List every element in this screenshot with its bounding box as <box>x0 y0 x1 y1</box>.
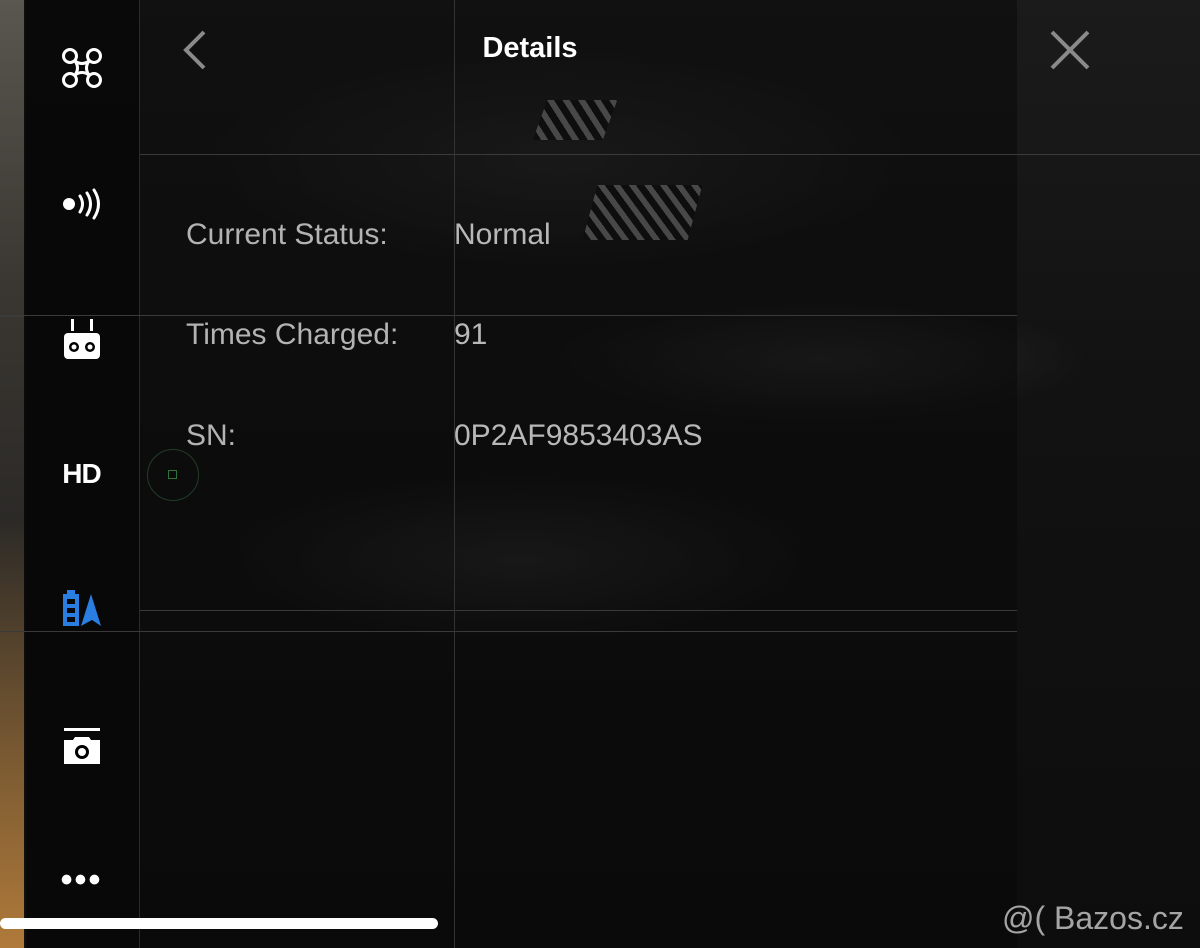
home-indicator[interactable] <box>0 918 438 929</box>
signal-broadcast-icon <box>62 188 100 220</box>
remote-controller-icon <box>63 319 100 359</box>
grid-line <box>0 631 1017 632</box>
detail-value: Normal <box>454 218 551 251</box>
grid-line <box>0 315 1017 316</box>
header-divider <box>140 154 1200 155</box>
sidebar-item-remote[interactable] <box>24 310 139 370</box>
page-title: Details <box>482 32 578 64</box>
details-panel <box>140 0 1090 948</box>
sidebar-item-camera[interactable] <box>24 716 139 776</box>
detail-label: Times Charged: <box>186 318 399 351</box>
sidebar-divider <box>0 316 24 317</box>
detail-value: 91 <box>454 318 488 351</box>
sidebar-item-signal[interactable] <box>24 174 139 234</box>
camera-icon <box>63 728 100 764</box>
panel-header <box>140 0 1090 155</box>
grid-line <box>140 610 1017 611</box>
hd-label: HD <box>62 458 101 489</box>
camera-feed-edge <box>0 0 26 948</box>
grid-line <box>454 0 455 948</box>
detail-label: Current Status: <box>186 218 388 251</box>
focus-point <box>168 470 177 479</box>
sidebar-item-more[interactable]: ••• <box>24 850 139 910</box>
watermark: @( Bazos.cz <box>1002 900 1184 936</box>
more-icon: ••• <box>60 861 103 899</box>
detail-label: SN: <box>186 419 237 452</box>
detail-value: 0P2AF9853403AS <box>454 419 703 452</box>
settings-sidebar: HD ••• <box>24 0 140 948</box>
battery-icon <box>62 590 101 626</box>
sidebar-item-hd[interactable]: HD <box>24 444 139 504</box>
